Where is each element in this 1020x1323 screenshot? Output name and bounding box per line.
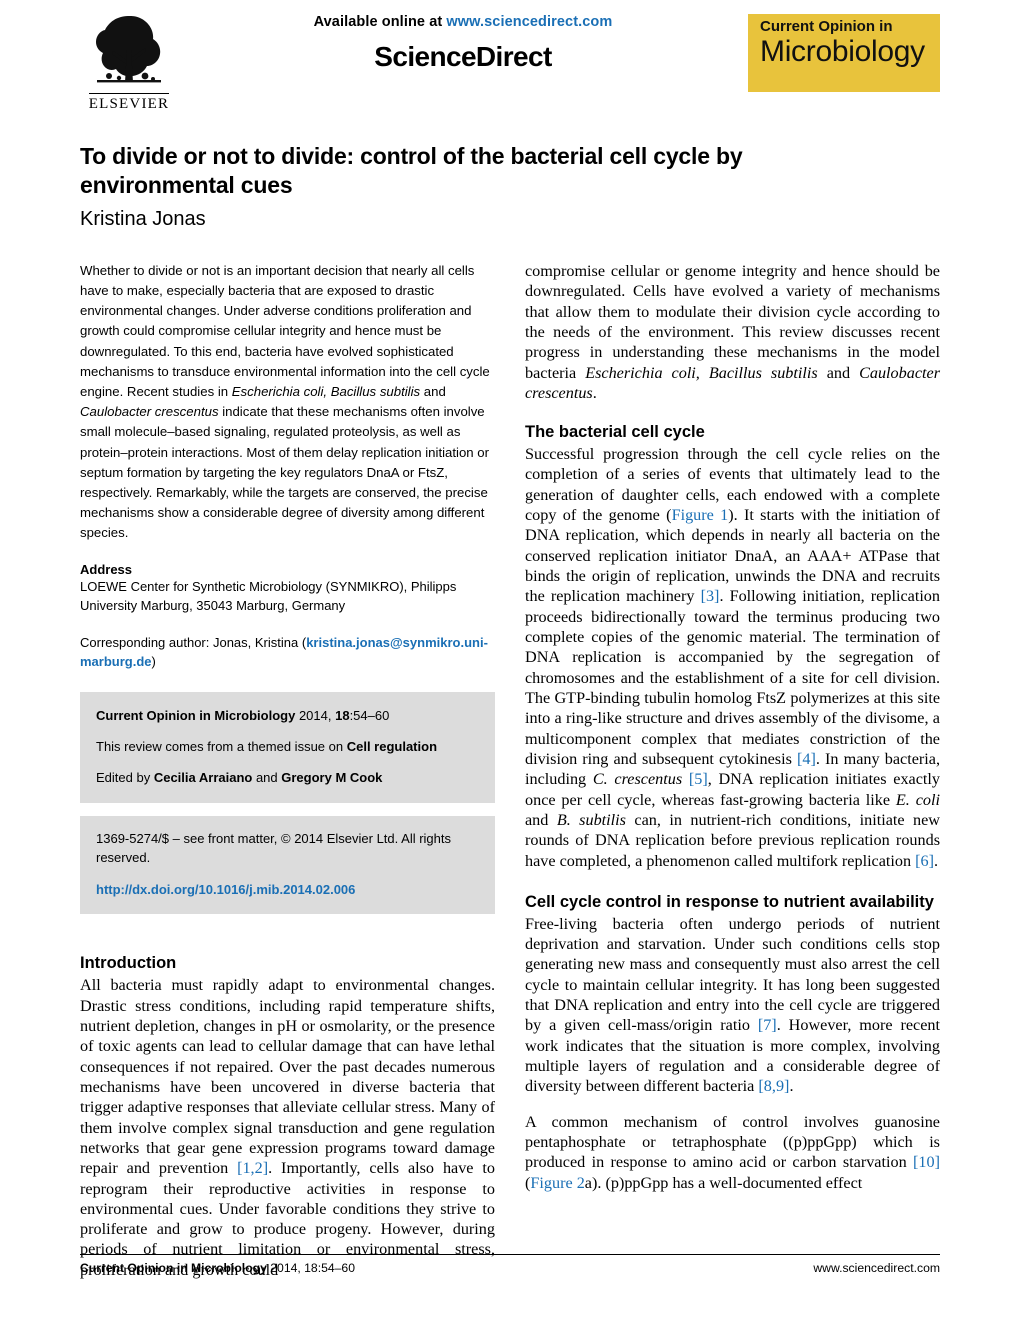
continuation-paragraph: compromise cellular or genome integrity … [525, 261, 940, 403]
figure-2-link[interactable]: Figure 2 [530, 1174, 584, 1192]
continuation-italic-species-1: Escherichia coli, Bacillus subtilis [585, 363, 818, 382]
elsevier-tree-icon [96, 16, 161, 83]
sciencedirect-url-link[interactable]: www.sciencedirect.com [446, 14, 612, 30]
abstract-italic-species-1: Escherichia coli, Bacillus subtilis [231, 384, 421, 399]
available-online-prefix: Available online at [313, 14, 447, 30]
reference-link-4[interactable]: [4] [797, 750, 816, 768]
footer-citation-rest: 2014, 18:54–60 [266, 1261, 355, 1275]
right-column: compromise cellular or genome integrity … [525, 261, 940, 1280]
edited-by-prefix: Edited by [96, 769, 154, 785]
issue-citation-rest: 2014, [295, 707, 336, 723]
reference-link-10[interactable]: [10] [913, 1153, 940, 1171]
masthead: ELSEVIER Available online at www.science… [80, 0, 940, 112]
left-column: Whether to divide or not is an important… [80, 261, 495, 1280]
reference-link-8-9[interactable]: [8,9] [758, 1077, 789, 1095]
two-column-body: Whether to divide or not is an important… [80, 261, 940, 1280]
themed-issue-prefix: This review comes from a themed issue on [96, 738, 347, 754]
footer-journal-name: Current Opinion in Microbiology [80, 1261, 267, 1275]
issue-pages: :54–60 [349, 707, 390, 723]
article-title: To divide or not to divide: control of t… [80, 143, 743, 199]
cell-cycle-text-g: and [525, 810, 557, 829]
issue-journal-name: Current Opinion in Microbiology [96, 707, 296, 723]
editor-name-1: Cecilia Arraiano [153, 769, 253, 785]
reference-link-1-2[interactable]: [1,2] [237, 1159, 268, 1177]
abstract-text-part-2: and [420, 384, 446, 399]
cell-cycle-italic-e-coli: E. coli [895, 790, 940, 809]
title-block: To divide or not to divide: control of t… [80, 142, 940, 231]
continuation-text-b: and [817, 363, 860, 382]
themed-issue-row: This review comes from a themed issue on… [96, 737, 479, 757]
nutrient-availability-section: Cell cycle control in response to nutrie… [525, 893, 940, 1193]
abstract-italic-species-2: Caulobacter crescentus [80, 404, 219, 420]
cell-cycle-text-c: . Following initiation, replication proc… [525, 587, 940, 768]
address-text: LOEWE Center for Synthetic Microbiology … [80, 578, 457, 614]
nutrient-text-c: . [789, 1077, 794, 1096]
nutrient-paragraph-2: A common mechanism of control involves g… [525, 1112, 940, 1193]
elsevier-wordmark: ELSEVIER [88, 93, 170, 113]
introduction-text-a: All bacteria must rapidly adapt to envir… [80, 976, 495, 1178]
reference-link-5[interactable]: [5] [689, 770, 708, 788]
introduction-heading: Introduction [80, 954, 177, 973]
journal-badge-line-current-opinion: Current Opinion in [760, 18, 893, 35]
issue-citation-row: Current Opinion in Microbiology 2014, 18… [96, 706, 479, 726]
article-author: Kristina Jonas [80, 207, 206, 230]
journal-article-page: ELSEVIER Available online at www.science… [0, 0, 1020, 1323]
available-online-line: Available online at www.sciencedirect.co… [178, 14, 748, 30]
abstract-text-part-1: Whether to divide or not is an important… [80, 262, 490, 399]
continuation-text-c: . [592, 383, 597, 402]
copyright-box: 1369-5274/$ – see front matter, © 2014 E… [80, 815, 495, 915]
corresponding-author-line: Corresponding author: Jonas, Kristina (k… [80, 633, 495, 672]
footer-citation: Current Opinion in Microbiology 2014, 18… [80, 1261, 355, 1275]
bacterial-cell-cycle-section: The bacterial cell cycle Successful prog… [525, 423, 940, 871]
figure-1-link[interactable]: Figure 1 [672, 506, 729, 524]
themed-issue-topic: Cell regulation [346, 738, 438, 754]
bacterial-cell-cycle-paragraph: Successful progression through the cell … [525, 444, 940, 871]
introduction-section: Introduction All bacteria must rapidly a… [80, 954, 495, 1280]
footer-website-link[interactable]: www.sciencedirect.com [813, 1261, 940, 1275]
corresponding-author-suffix: ) [151, 654, 156, 669]
nutrient-availability-heading: Cell cycle control in response to nutrie… [525, 892, 934, 911]
bacterial-cell-cycle-heading: The bacterial cell cycle [525, 423, 705, 442]
reference-link-7[interactable]: [7] [758, 1016, 777, 1034]
journal-badge-line-microbiology: Microbiology [760, 34, 925, 68]
nutrient-p2-text-c: a). (p)ppGpp has a well-documented effec… [584, 1173, 863, 1192]
copyright-text: 1369-5274/$ – see front matter, © 2014 E… [96, 830, 452, 866]
journal-logo-badge: Current Opinion in Microbiology [748, 14, 940, 92]
reference-link-6[interactable]: [6] [915, 852, 934, 870]
introduction-paragraph: All bacteria must rapidly adapt to envir… [80, 975, 495, 1280]
sciencedirect-wordmark: ScienceDirect [374, 41, 552, 72]
issue-info-box: Current Opinion in Microbiology 2014, 18… [80, 691, 495, 803]
cell-cycle-text-e [682, 770, 689, 788]
editors-conjunction: and [252, 769, 282, 785]
cell-cycle-italic-c-crescentus: C. crescentus [592, 770, 683, 789]
issue-volume: 18 [335, 707, 350, 723]
nutrient-p2-text-a: A common mechanism of control involves g… [525, 1112, 940, 1172]
reference-link-3[interactable]: [3] [701, 587, 720, 605]
editors-row: Edited by Cecilia Arraiano and Gregory M… [96, 768, 479, 788]
nutrient-paragraph-1: Free-living bacteria often undergo perio… [525, 914, 940, 1097]
page-footer: Current Opinion in Microbiology 2014, 18… [80, 1254, 940, 1275]
abstract-text-part-3: indicate that these mechanisms often inv… [80, 404, 490, 541]
cell-cycle-text-i: . [934, 851, 939, 870]
abstract-paragraph: Whether to divide or not is an important… [80, 261, 495, 544]
sciencedirect-block: Available online at www.sciencedirect.co… [178, 0, 748, 73]
cell-cycle-italic-b-subtilis: B. subtilis [556, 810, 626, 829]
corresponding-author-prefix: Corresponding author: Jonas, Kristina ( [80, 634, 307, 650]
doi-link[interactable]: http://dx.doi.org/10.1016/j.mib.2014.02.… [96, 880, 479, 900]
editor-name-2: Gregory M Cook [281, 769, 383, 785]
elsevier-logo: ELSEVIER [80, 10, 178, 113]
address-heading: Address [80, 561, 133, 577]
